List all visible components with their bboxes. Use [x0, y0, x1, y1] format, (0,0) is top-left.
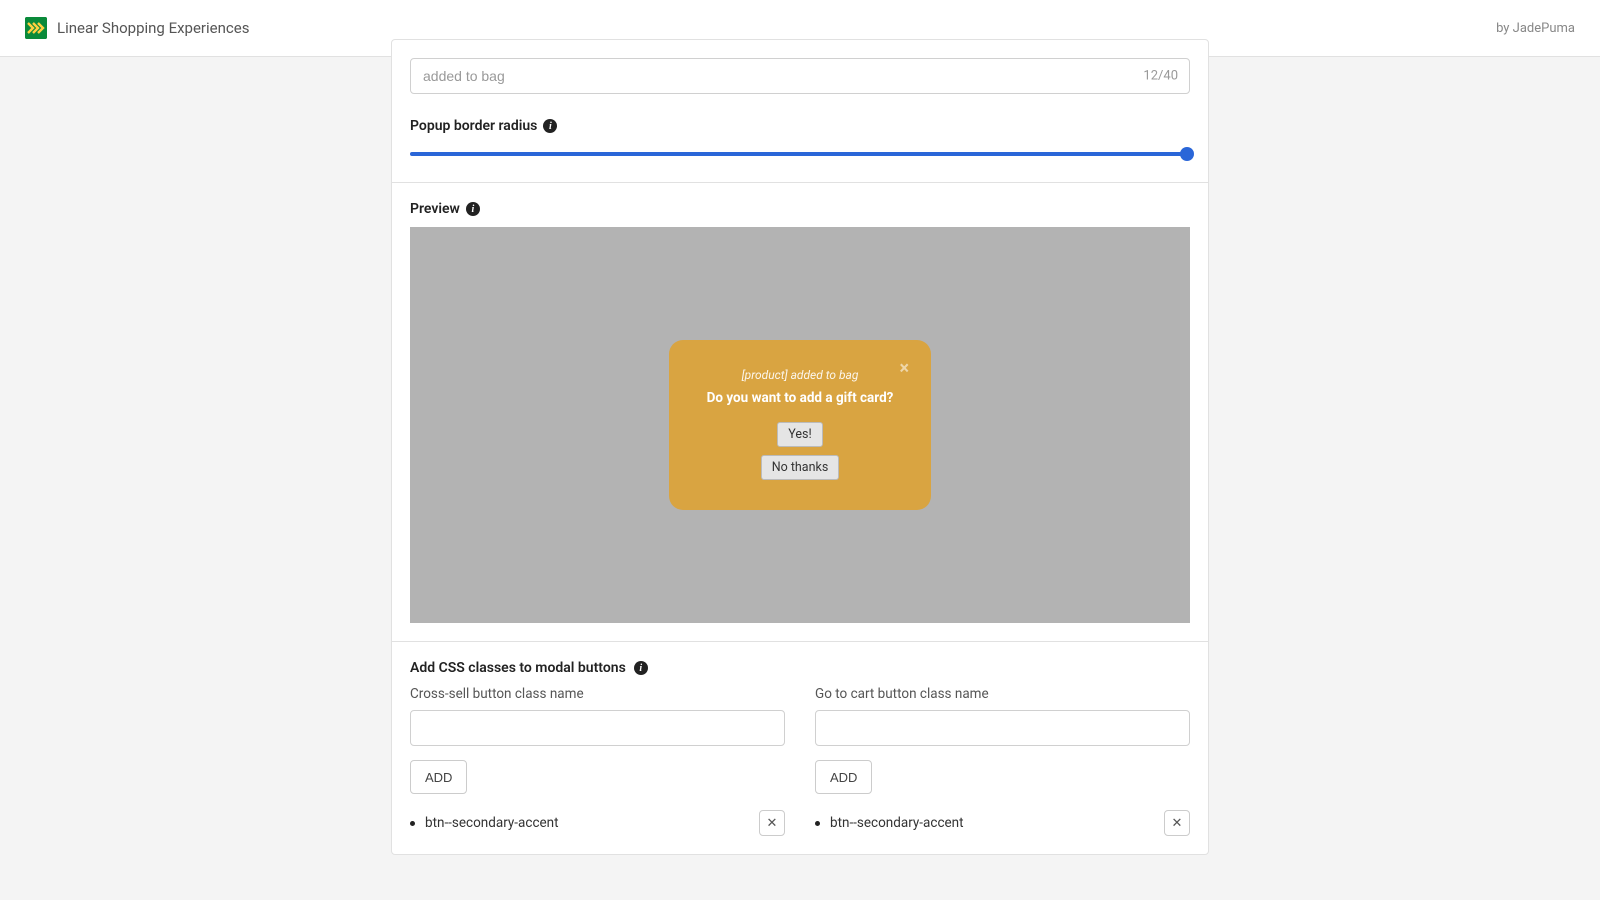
- settings-card: 12/40 Popup border radius i Preview i ×: [391, 39, 1209, 855]
- info-icon[interactable]: i: [634, 661, 648, 675]
- preview-popup: × [product] added to bag Do you want to …: [669, 340, 931, 510]
- popup-subtext: [product] added to bag: [689, 368, 911, 382]
- app-title: Linear Shopping Experiences: [57, 19, 249, 37]
- info-icon[interactable]: i: [543, 119, 557, 133]
- slider-thumb[interactable]: [1180, 147, 1194, 161]
- border-radius-label: Popup border radius i: [410, 118, 1190, 134]
- border-radius-label-text: Popup border radius: [410, 118, 537, 134]
- slider-track: [410, 152, 1190, 156]
- css-classes-heading-text: Add CSS classes to modal buttons: [410, 660, 626, 676]
- close-icon: ✕: [1172, 816, 1183, 831]
- added-to-bag-input[interactable]: [410, 58, 1190, 94]
- preview-canvas: × [product] added to bag Do you want to …: [410, 227, 1190, 623]
- cross-sell-class-input[interactable]: [410, 710, 785, 746]
- border-radius-slider[interactable]: [410, 144, 1190, 164]
- cross-sell-chip-text: btn--secondary-accent: [425, 815, 559, 831]
- bullet-icon: [410, 821, 415, 826]
- cross-sell-chip-remove[interactable]: ✕: [759, 810, 785, 836]
- cross-sell-column: Cross-sell button class name ADD btn--se…: [410, 686, 785, 836]
- close-icon: ✕: [767, 816, 778, 831]
- popup-no-button[interactable]: No thanks: [761, 455, 840, 480]
- go-to-cart-chip-text: btn--secondary-accent: [830, 815, 964, 831]
- cross-sell-label: Cross-sell button class name: [410, 686, 785, 702]
- info-icon[interactable]: i: [466, 202, 480, 216]
- chip-left: btn--secondary-accent: [410, 815, 559, 831]
- cross-sell-chip: btn--secondary-accent ✕: [410, 810, 785, 836]
- css-classes-heading: Add CSS classes to modal buttons i: [410, 660, 1190, 676]
- preview-label: Preview i: [410, 201, 1190, 217]
- bullet-icon: [815, 821, 820, 826]
- page: 12/40 Popup border radius i Preview i ×: [0, 57, 1600, 855]
- close-icon[interactable]: ×: [899, 360, 909, 378]
- char-counter: 12/40: [1143, 69, 1178, 84]
- byline[interactable]: by JadePuma: [1496, 21, 1575, 36]
- app-logo: [25, 17, 47, 39]
- go-to-cart-chip: btn--secondary-accent ✕: [815, 810, 1190, 836]
- popup-yes-button[interactable]: Yes!: [777, 422, 822, 447]
- topbar-left: Linear Shopping Experiences: [25, 17, 249, 39]
- go-to-cart-chip-remove[interactable]: ✕: [1164, 810, 1190, 836]
- section-border-radius: Popup border radius i: [392, 112, 1208, 182]
- popup-title: Do you want to add a gift card?: [689, 390, 911, 406]
- cross-sell-add-button[interactable]: ADD: [410, 760, 467, 794]
- go-to-cart-column: Go to cart button class name ADD btn--se…: [815, 686, 1190, 836]
- preview-label-text: Preview: [410, 201, 460, 217]
- section-preview: Preview i × [product] added to bag Do yo…: [392, 183, 1208, 641]
- go-to-cart-label: Go to cart button class name: [815, 686, 1190, 702]
- section-css-classes: Add CSS classes to modal buttons i Cross…: [392, 642, 1208, 854]
- added-to-bag-input-row: 12/40: [410, 58, 1190, 94]
- section-text-input: 12/40: [392, 40, 1208, 112]
- chip-left: btn--secondary-accent: [815, 815, 964, 831]
- css-classes-columns: Cross-sell button class name ADD btn--se…: [410, 686, 1190, 836]
- go-to-cart-add-button[interactable]: ADD: [815, 760, 872, 794]
- go-to-cart-class-input[interactable]: [815, 710, 1190, 746]
